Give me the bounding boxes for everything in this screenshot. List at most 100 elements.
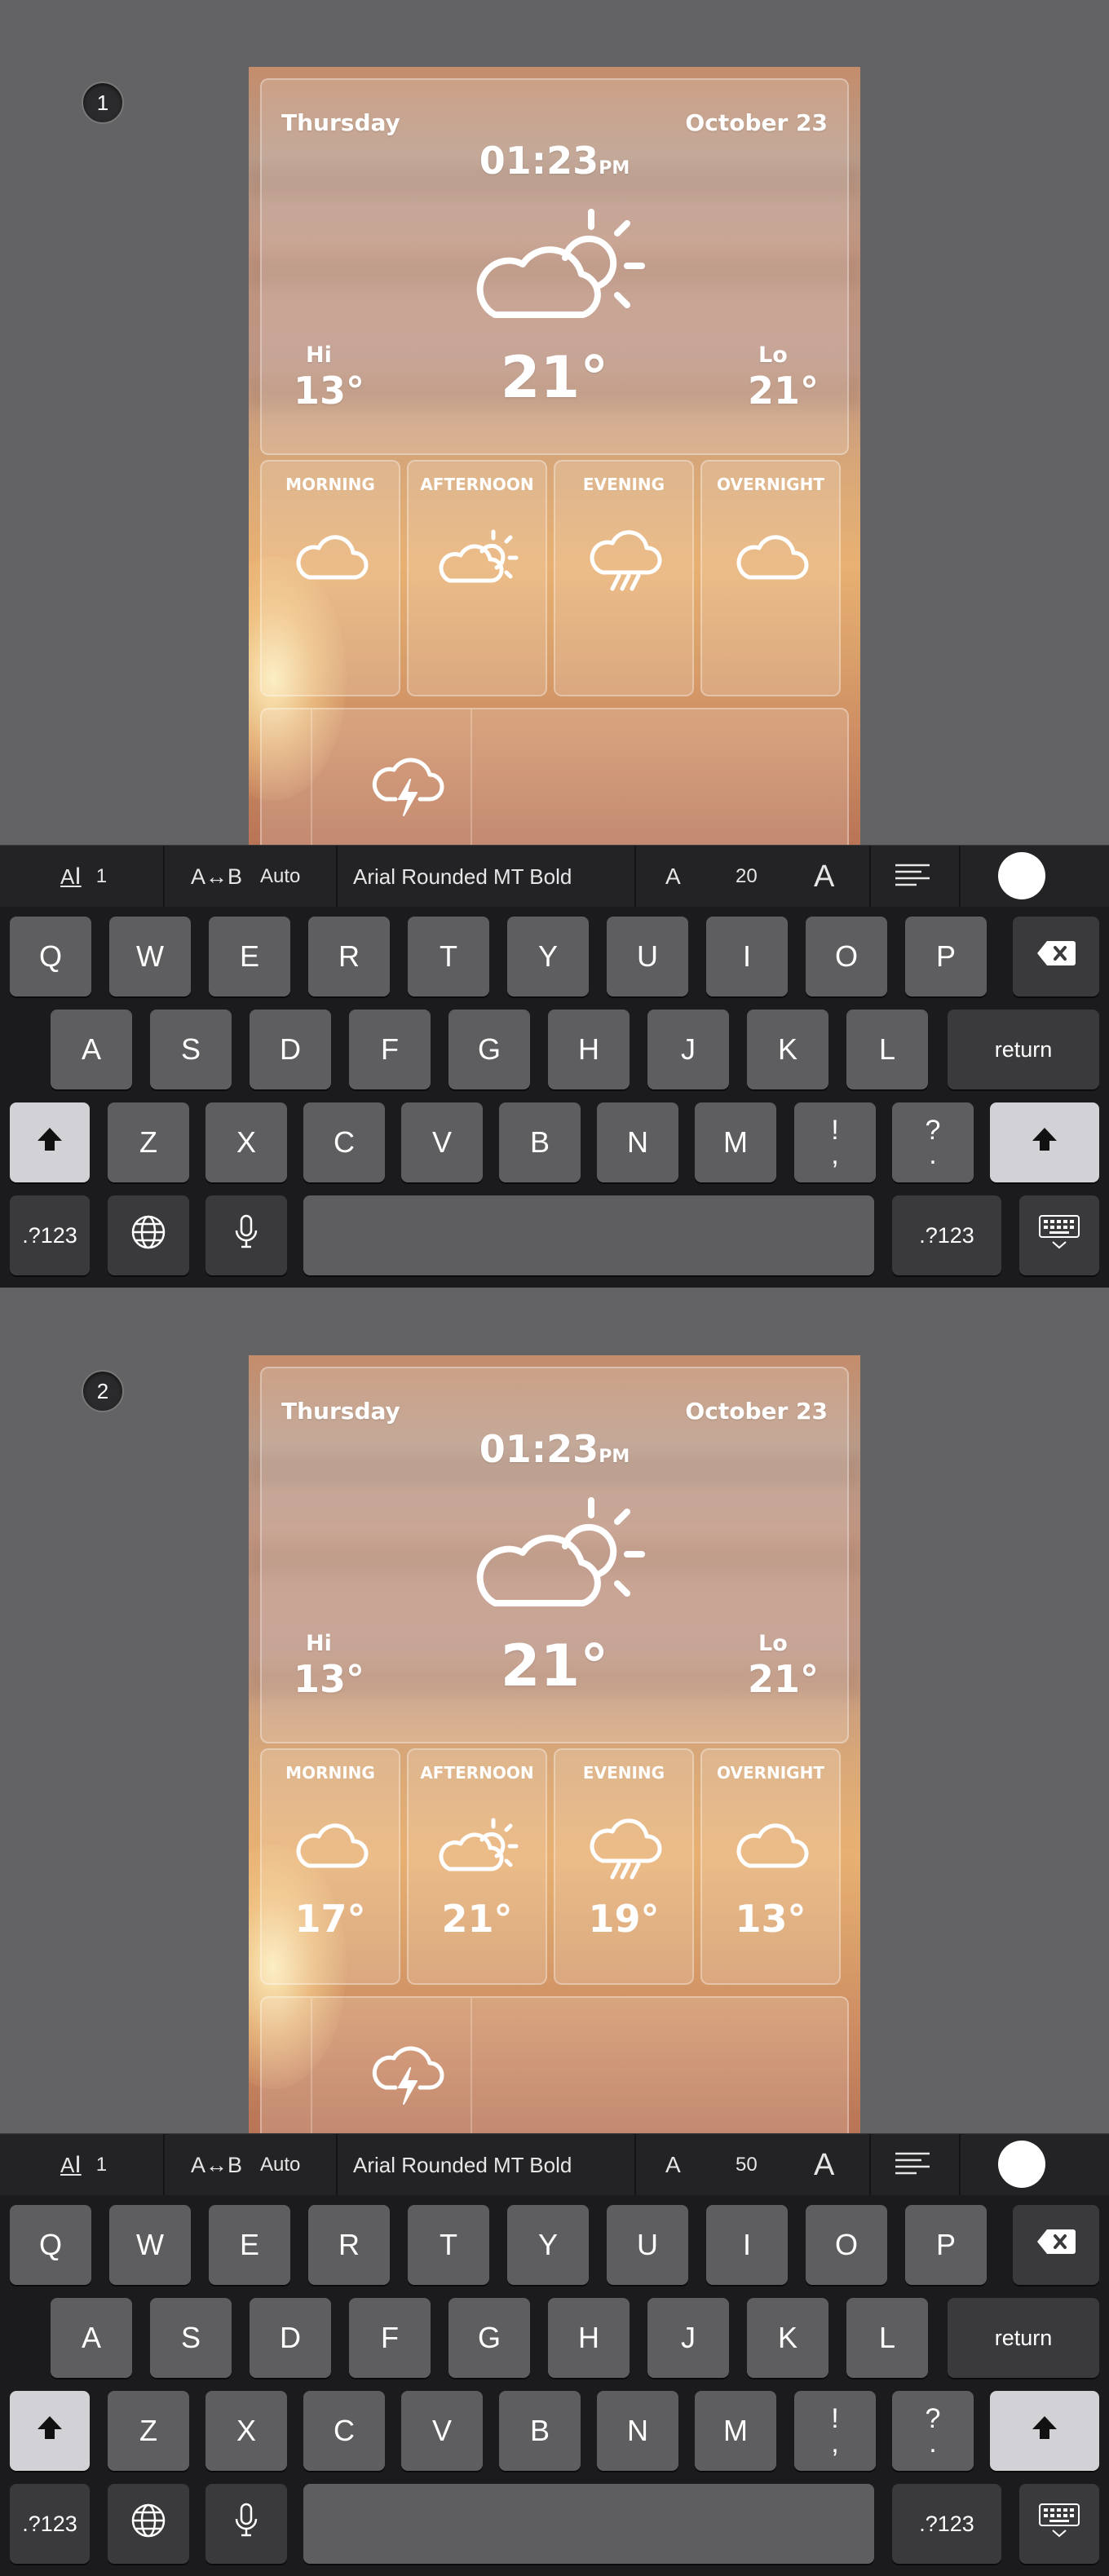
- key-w[interactable]: W: [109, 2205, 191, 2285]
- key-u[interactable]: U: [607, 2205, 688, 2285]
- shift-key-right[interactable]: [990, 2391, 1099, 2471]
- key-f[interactable]: F: [349, 2298, 431, 2378]
- shift-key-left[interactable]: [10, 1102, 90, 1182]
- char-spacing-control[interactable]: A↔B Auto: [191, 846, 300, 908]
- key-u[interactable]: U: [607, 917, 688, 996]
- key-o[interactable]: O: [806, 917, 887, 996]
- key-n[interactable]: N: [597, 1102, 678, 1182]
- key-k[interactable]: K: [747, 2298, 828, 2378]
- decrease-font-size-button[interactable]: A: [665, 846, 681, 908]
- dictation-key[interactable]: [205, 1195, 287, 1275]
- key-l[interactable]: L: [846, 2298, 928, 2378]
- card-divider: [311, 709, 312, 846]
- key-p[interactable]: P: [905, 2205, 987, 2285]
- key-v[interactable]: V: [401, 1102, 483, 1182]
- day-label: Thursday: [281, 1398, 400, 1425]
- key-z[interactable]: Z: [108, 1102, 189, 1182]
- key-c[interactable]: C: [303, 2391, 385, 2471]
- shift-icon: [35, 2413, 64, 2450]
- numbers-key-left[interactable]: .?123: [10, 1195, 90, 1275]
- numbers-key-right[interactable]: .?123: [892, 2484, 1001, 2564]
- key-c[interactable]: C: [303, 1102, 385, 1182]
- question-period-key[interactable]: ?.: [892, 2391, 974, 2471]
- space-bar[interactable]: [303, 1195, 874, 1275]
- globe-key[interactable]: [108, 1195, 189, 1275]
- line-spacing-control[interactable]: AI 1: [60, 2134, 107, 2196]
- increase-font-size-button[interactable]: A: [814, 2134, 834, 2196]
- on-screen-keyboard: Q W E R T Y U I O P A S D F G H J K Lreturn Z X C V B N M!,?. .?12…: [0, 907, 1109, 1288]
- globe-key[interactable]: [108, 2484, 189, 2564]
- shift-key-left[interactable]: [10, 2391, 90, 2471]
- shift-icon: [1030, 2413, 1059, 2450]
- extra-forecast-card: [260, 708, 849, 846]
- space-bar[interactable]: [303, 2484, 874, 2564]
- key-j[interactable]: J: [647, 1010, 729, 1089]
- text-align-button[interactable]: [894, 2134, 931, 2196]
- char-spacing-control[interactable]: A↔B Auto: [191, 2134, 300, 2196]
- key-h[interactable]: H: [548, 2298, 630, 2378]
- key-s[interactable]: S: [150, 2298, 232, 2378]
- key-o[interactable]: O: [806, 2205, 887, 2285]
- key-w[interactable]: W: [109, 917, 191, 996]
- key-i[interactable]: I: [706, 2205, 788, 2285]
- exclamation-comma-key[interactable]: !,: [794, 1102, 876, 1182]
- dictation-key[interactable]: [205, 2484, 287, 2564]
- text-align-button[interactable]: [894, 846, 931, 908]
- key-k[interactable]: K: [747, 1010, 828, 1089]
- key-s[interactable]: S: [150, 1010, 232, 1089]
- key-q[interactable]: Q: [10, 2205, 91, 2285]
- numbers-key-right[interactable]: .?123: [892, 1195, 1001, 1275]
- key-r[interactable]: R: [308, 917, 390, 996]
- text-color-swatch[interactable]: [998, 852, 1045, 899]
- key-q[interactable]: Q: [10, 917, 91, 996]
- key-p[interactable]: P: [905, 917, 987, 996]
- key-i[interactable]: I: [706, 917, 788, 996]
- shift-key-right[interactable]: [990, 1102, 1099, 1182]
- exclamation-comma-key[interactable]: !,: [794, 2391, 876, 2471]
- key-x[interactable]: X: [205, 1102, 287, 1182]
- font-family-selector[interactable]: Arial Rounded MT Bold: [353, 846, 572, 908]
- hide-keyboard-key[interactable]: [1019, 2484, 1099, 2564]
- delete-key[interactable]: [1013, 2205, 1099, 2285]
- key-z[interactable]: Z: [108, 2391, 189, 2471]
- key-y[interactable]: Y: [507, 2205, 589, 2285]
- font-family-selector[interactable]: Arial Rounded MT Bold: [353, 2134, 572, 2196]
- key-f[interactable]: F: [349, 1010, 431, 1089]
- key-x[interactable]: X: [205, 2391, 287, 2471]
- numbers-key-left[interactable]: .?123: [10, 2484, 90, 2564]
- char-spacing-value: Auto: [260, 2154, 301, 2176]
- increase-font-size-button[interactable]: A: [814, 846, 834, 908]
- key-r[interactable]: R: [308, 2205, 390, 2285]
- key-v[interactable]: V: [401, 2391, 483, 2471]
- key-m[interactable]: M: [695, 2391, 776, 2471]
- key-e[interactable]: E: [209, 2205, 290, 2285]
- key-t[interactable]: T: [408, 2205, 489, 2285]
- key-l[interactable]: L: [846, 1010, 928, 1089]
- delete-key[interactable]: [1013, 917, 1099, 996]
- key-e[interactable]: E: [209, 917, 290, 996]
- key-y[interactable]: Y: [507, 917, 589, 996]
- key-t[interactable]: T: [408, 917, 489, 996]
- key-h[interactable]: H: [548, 1010, 630, 1089]
- decrease-font-size-button[interactable]: A: [665, 2134, 681, 2196]
- char-spacing-icon: A↔B: [191, 2152, 243, 2177]
- key-d[interactable]: D: [250, 2298, 331, 2378]
- return-key[interactable]: return: [948, 1010, 1099, 1089]
- key-a[interactable]: A: [51, 1010, 132, 1089]
- key-d[interactable]: D: [250, 1010, 331, 1089]
- key-n[interactable]: N: [597, 2391, 678, 2471]
- key-g[interactable]: G: [448, 2298, 530, 2378]
- hide-keyboard-key[interactable]: [1019, 1195, 1099, 1275]
- line-spacing-control[interactable]: AI 1: [60, 846, 107, 908]
- key-g[interactable]: G: [448, 1010, 530, 1089]
- key-b[interactable]: B: [499, 1102, 581, 1182]
- key-a[interactable]: A: [51, 2298, 132, 2378]
- microphone-icon: [234, 2503, 258, 2546]
- return-key[interactable]: return: [948, 2298, 1099, 2378]
- key-b[interactable]: B: [499, 2391, 581, 2471]
- toolbar-divider: [163, 2134, 165, 2196]
- key-m[interactable]: M: [695, 1102, 776, 1182]
- key-j[interactable]: J: [647, 2298, 729, 2378]
- text-color-swatch[interactable]: [998, 2141, 1045, 2188]
- question-period-key[interactable]: ?.: [892, 1102, 974, 1182]
